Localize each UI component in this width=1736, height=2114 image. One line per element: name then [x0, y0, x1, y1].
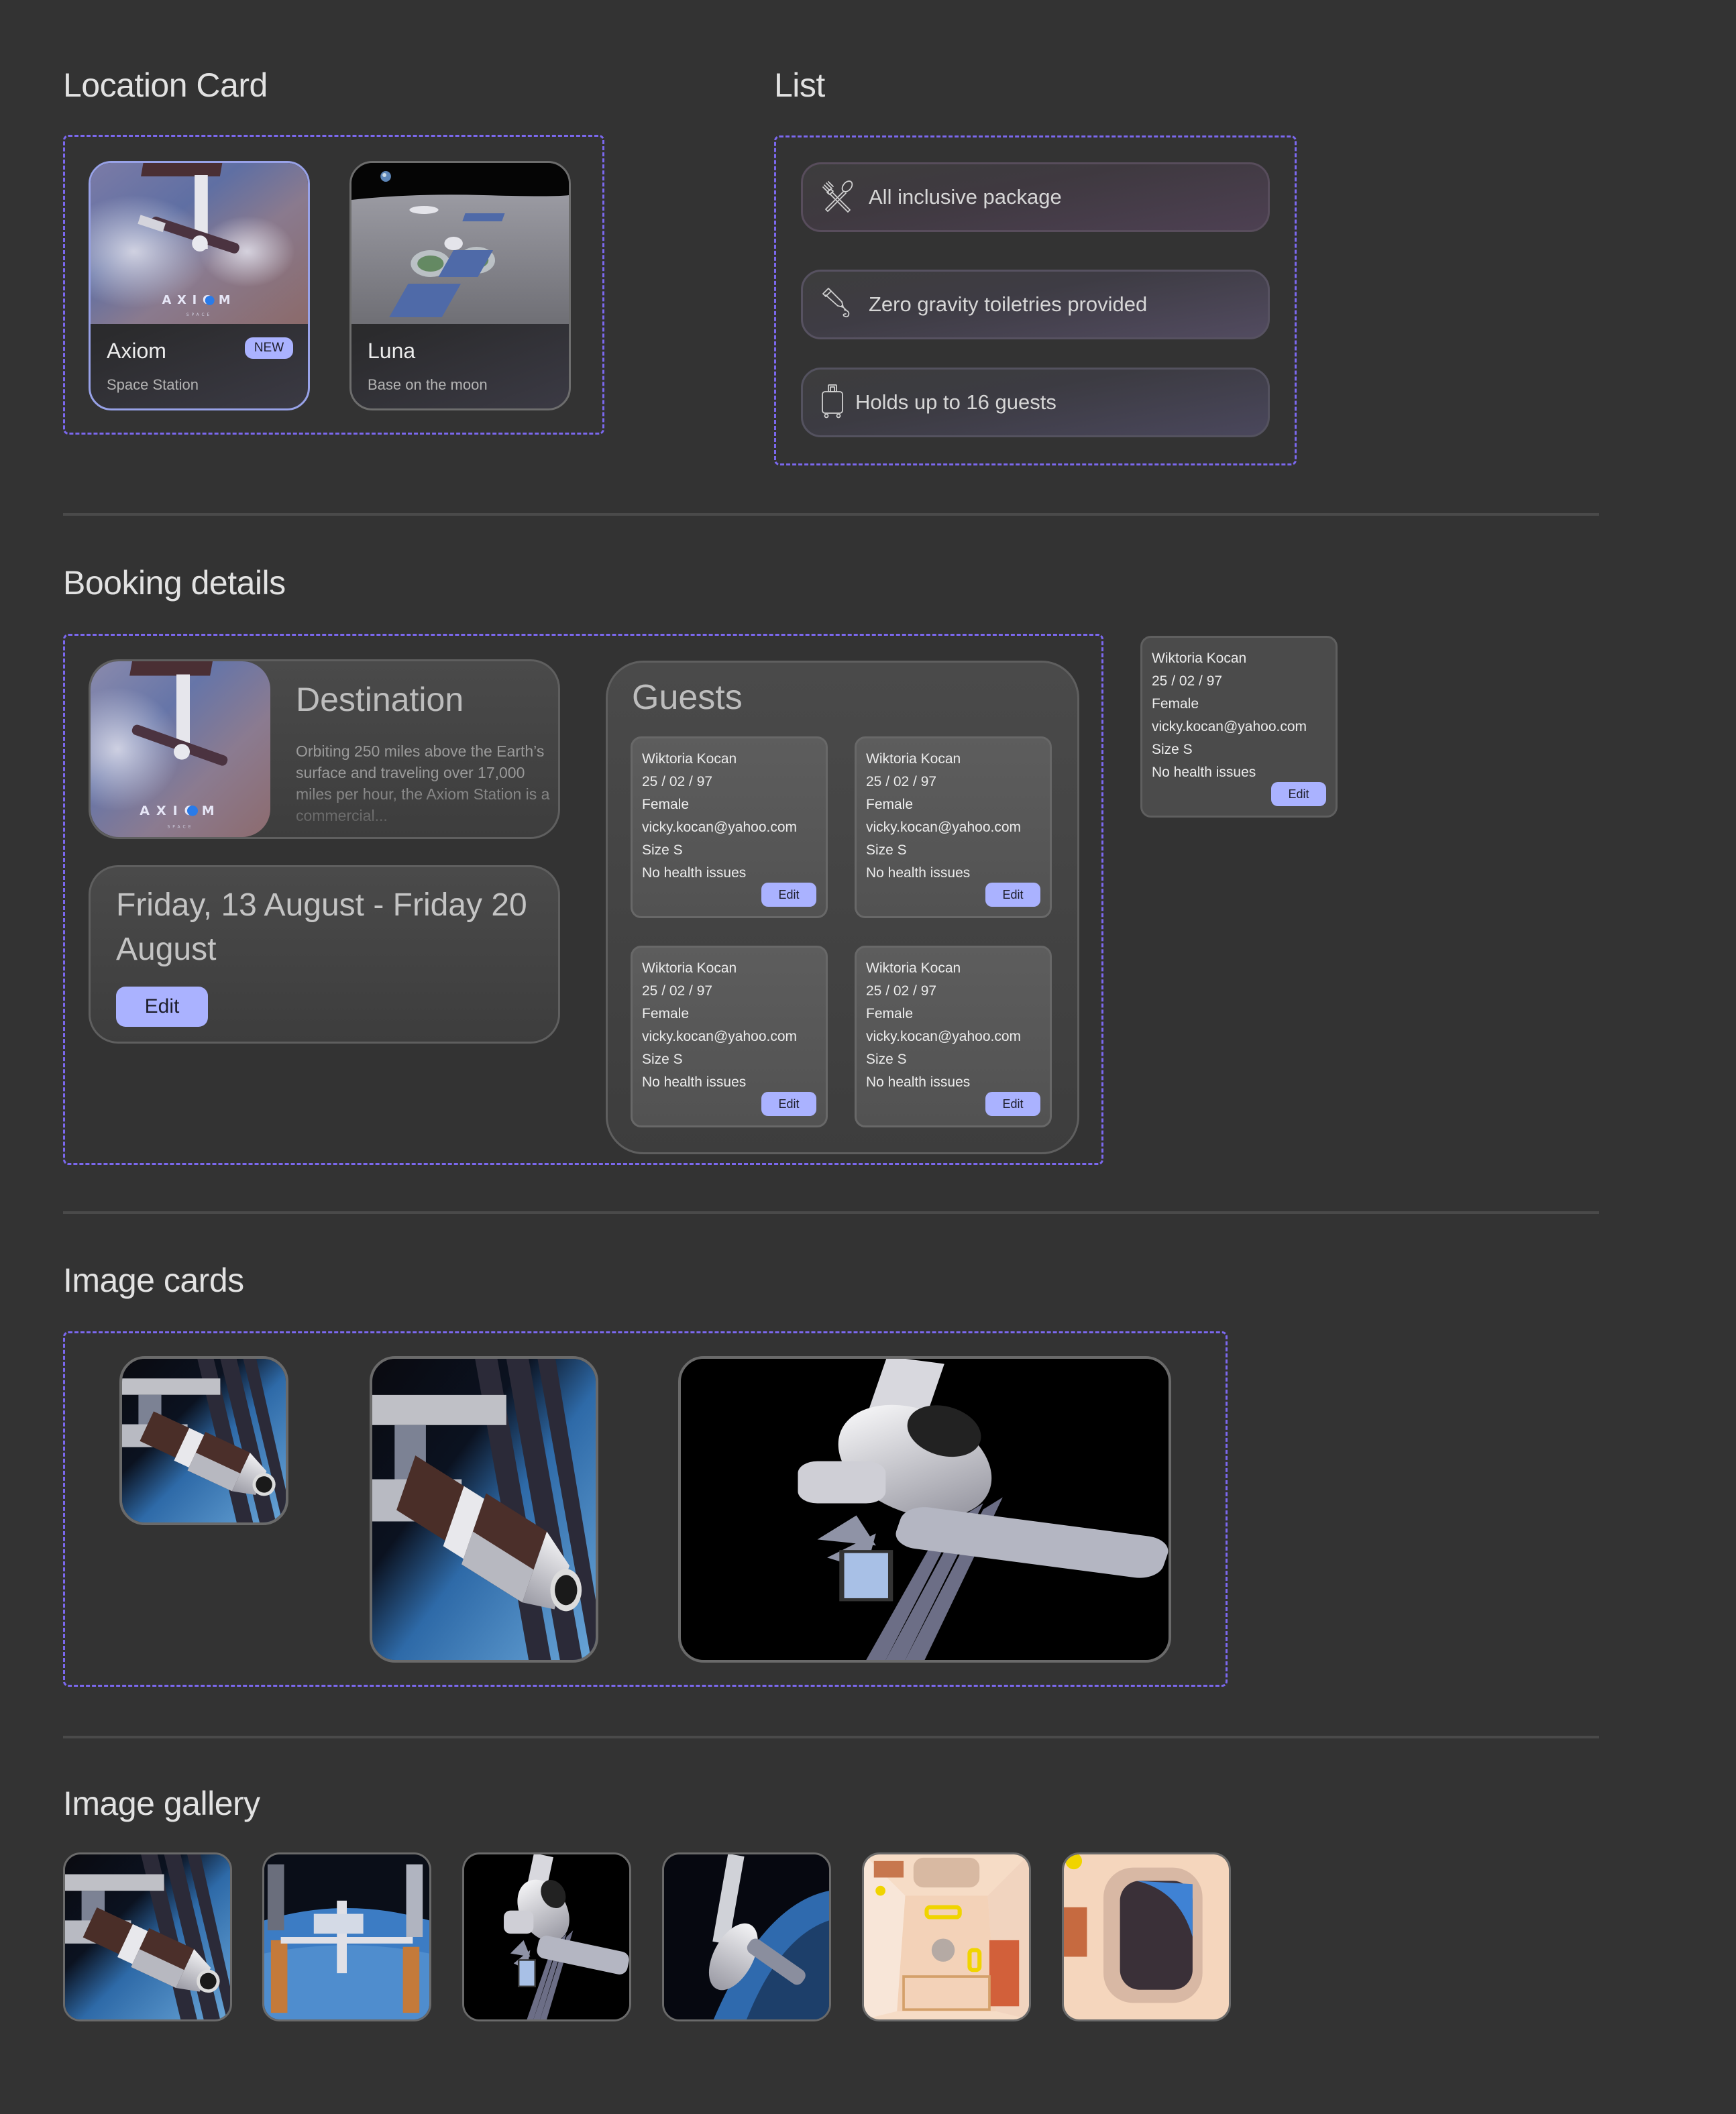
guest-card: Wiktoria Kocan 25 / 02 / 97 Female vicky…: [631, 946, 828, 1127]
edit-dates-button[interactable]: Edit: [116, 987, 208, 1027]
booking-dates-card: Friday, 13 August - Friday 20 August Edi…: [89, 865, 560, 1044]
axiom-module-image: [372, 1359, 596, 1660]
axiom-station-black-image: [681, 1359, 1169, 1660]
axiom-station-black-image: [464, 1854, 629, 2019]
booking-date-range: Friday, 13 August - Friday 20 August: [116, 887, 527, 967]
lunar-base-image: [351, 163, 569, 324]
guest-name: Wiktoria Kocan: [866, 751, 961, 767]
section-title-location-card: Location Card: [63, 66, 268, 104]
guest-name: Wiktoria Kocan: [642, 751, 737, 767]
guest-health: No health issues: [642, 1074, 747, 1090]
image-card-small[interactable]: [119, 1356, 288, 1525]
guest-size: Size S: [866, 1052, 907, 1067]
location-card-luna[interactable]: Luna Base on the moon: [349, 161, 571, 410]
guest-email: vicky.kocan@yahoo.com: [642, 820, 798, 835]
gallery-image-3[interactable]: [462, 1852, 631, 2021]
list-item-label: All inclusive package: [869, 185, 1062, 209]
fork-spoon-icon: [820, 178, 855, 217]
svg-text:SPACE: SPACE: [168, 824, 194, 829]
section-title-image-gallery: Image gallery: [63, 1785, 260, 1822]
guest-email: vicky.kocan@yahoo.com: [866, 820, 1022, 835]
gallery-image-1[interactable]: [63, 1852, 232, 2021]
guest-card: Wiktoria Kocan 25 / 02 / 97 Female vicky…: [855, 736, 1052, 918]
edit-guest-button[interactable]: Edit: [985, 883, 1040, 907]
destination-description: Orbiting 250 miles above the Earth’s sur…: [296, 742, 550, 824]
svg-text:SPACE: SPACE: [186, 313, 212, 317]
axiom-station-image: AXIOM SPACE: [91, 163, 308, 324]
guest-dob: 25 / 02 / 97: [642, 983, 713, 999]
image-card-tall[interactable]: [370, 1356, 598, 1663]
edit-guest-button[interactable]: Edit: [761, 1092, 816, 1116]
guest-dob: 25 / 02 / 97: [1152, 673, 1223, 689]
edit-guest-button[interactable]: Edit: [985, 1092, 1040, 1116]
section-divider: [63, 1736, 1599, 1738]
guest-name: Wiktoria Kocan: [642, 960, 737, 976]
earth-horizon-station-image: [664, 1854, 829, 2019]
guest-size: Size S: [642, 1052, 683, 1067]
destination-title: Destination: [296, 681, 464, 718]
section-divider: [63, 1211, 1599, 1214]
section-title-booking-details: Booking details: [63, 564, 286, 602]
edit-guest-button[interactable]: Edit: [761, 883, 816, 907]
list-item-toiletries[interactable]: Zero gravity toiletries provided: [801, 270, 1270, 339]
padded-interior-image: [864, 1854, 1029, 2019]
guest-gender: Female: [642, 1006, 690, 1021]
luggage-icon: [820, 384, 845, 422]
guest-card: Wiktoria Kocan 25 / 02 / 97 Female vicky…: [855, 946, 1052, 1127]
image-card-large[interactable]: [678, 1356, 1171, 1663]
axiom-module-image: [122, 1359, 286, 1522]
gallery-image-4[interactable]: [662, 1852, 831, 2021]
edit-guest-button[interactable]: Edit: [1271, 782, 1326, 806]
guest-email: vicky.kocan@yahoo.com: [642, 1029, 798, 1044]
gallery-image-6[interactable]: [1062, 1852, 1231, 2021]
iss-over-earth-image: [264, 1854, 429, 2019]
location-card-title: Luna: [368, 339, 416, 363]
guest-name: Wiktoria Kocan: [1152, 651, 1247, 666]
list-item-label: Zero gravity toiletries provided: [869, 292, 1148, 316]
guest-gender: Female: [866, 797, 914, 812]
location-card-subtitle: Base on the moon: [368, 376, 488, 393]
guest-size: Size S: [866, 842, 907, 858]
guest-health: No health issues: [1152, 765, 1256, 780]
guest-email: vicky.kocan@yahoo.com: [866, 1029, 1022, 1044]
location-card-title: Axiom: [107, 339, 166, 363]
location-card-axiom[interactable]: AXIOM SPACE Axiom NEW Space Station: [89, 161, 310, 410]
new-badge: NEW: [245, 337, 293, 359]
guest-email: vicky.kocan@yahoo.com: [1152, 719, 1307, 734]
destination-image: AXIOM SPACE: [91, 661, 270, 837]
gallery-image-5[interactable]: [862, 1852, 1031, 2021]
svg-text:AXIOM: AXIOM: [162, 293, 237, 307]
axiom-module-image: [65, 1854, 230, 2019]
svg-text:AXIOM: AXIOM: [140, 804, 221, 818]
guest-card: Wiktoria Kocan 25 / 02 / 97 Female vicky…: [631, 736, 828, 918]
gallery-image-2[interactable]: [262, 1852, 431, 2021]
list-item-label: Holds up to 16 guests: [855, 390, 1056, 414]
guest-health: No health issues: [642, 865, 747, 881]
guest-gender: Female: [1152, 696, 1199, 712]
location-card-subtitle: Space Station: [107, 376, 199, 393]
list-item-guests-capacity[interactable]: Holds up to 16 guests: [801, 368, 1270, 437]
guest-size: Size S: [642, 842, 683, 858]
guest-card-standalone: Wiktoria Kocan 25 / 02 / 97 Female vicky…: [1140, 636, 1338, 818]
guest-dob: 25 / 02 / 97: [866, 774, 937, 789]
guest-gender: Female: [866, 1006, 914, 1021]
guest-health: No health issues: [866, 865, 971, 881]
guest-size: Size S: [1152, 742, 1193, 757]
guest-dob: 25 / 02 / 97: [642, 774, 713, 789]
guest-health: No health issues: [866, 1074, 971, 1090]
destination-card[interactable]: AXIOM SPACE Destination Orbiting 250 mil…: [89, 659, 560, 839]
guest-name: Wiktoria Kocan: [866, 960, 961, 976]
guests-title: Guests: [632, 678, 743, 717]
interior-window-image: [1064, 1854, 1229, 2019]
toothpaste-tube-icon: [820, 286, 855, 324]
section-title-image-cards: Image cards: [63, 1262, 244, 1299]
guest-gender: Female: [642, 797, 690, 812]
section-divider: [63, 513, 1599, 516]
section-title-list: List: [774, 66, 825, 104]
guest-dob: 25 / 02 / 97: [866, 983, 937, 999]
list-item-all-inclusive[interactable]: All inclusive package: [801, 162, 1270, 232]
